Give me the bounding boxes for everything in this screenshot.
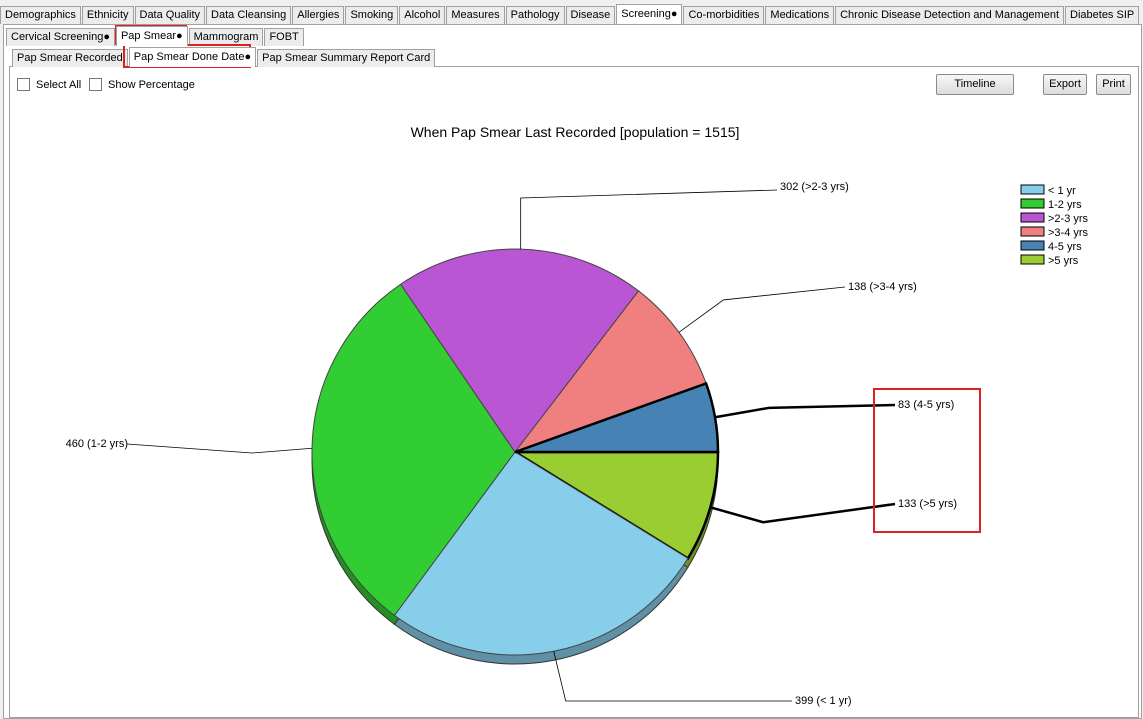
pap-smear-panel	[9, 66, 1139, 718]
tab-pap-smear-recorded[interactable]: Pap Smear Recorded	[12, 49, 128, 67]
tab-cervical-screening[interactable]: Cervical Screening●	[6, 28, 115, 46]
tab-fobt[interactable]: FOBT	[264, 28, 304, 46]
select-all-label: Select All	[36, 78, 82, 91]
export-button[interactable]: Export	[1043, 74, 1087, 95]
pap-smear-tab-bar: Pap Smear Recorded Pap Smear Done Date● …	[12, 47, 436, 67]
tab-screening[interactable]: Screening●	[616, 4, 683, 24]
tab-medications[interactable]: Medications	[765, 6, 835, 24]
show-percentage-box[interactable]	[89, 78, 102, 91]
tab-smoking[interactable]: Smoking	[345, 6, 399, 24]
tab-pathology[interactable]: Pathology	[505, 6, 565, 24]
tab-co-morbidities[interactable]: Co-morbidities	[683, 6, 765, 24]
tab-chronic-disease[interactable]: Chronic Disease Detection and Management	[835, 6, 1065, 24]
tab-data-cleansing[interactable]: Data Cleansing	[206, 6, 292, 24]
tab-demographics[interactable]: Demographics	[0, 6, 81, 24]
tab-pap-smear-done-date[interactable]: Pap Smear Done Date●	[128, 47, 257, 67]
tab-ethnicity[interactable]: Ethnicity	[81, 6, 134, 24]
tab-measures[interactable]: Measures	[446, 6, 505, 24]
tab-diabetes-sip[interactable]: Diabetes SIP	[1065, 6, 1140, 24]
tab-mammogram[interactable]: Mammogram	[188, 28, 264, 46]
main-tab-bar: Demographics Ethnicity Data Quality Data…	[0, 4, 1140, 24]
tab-pap-smear[interactable]: Pap Smear●	[115, 26, 188, 46]
tab-data-quality[interactable]: Data Quality	[134, 6, 206, 24]
print-button[interactable]: Print	[1096, 74, 1131, 95]
tab-disease[interactable]: Disease	[565, 6, 616, 24]
tab-pap-smear-summary[interactable]: Pap Smear Summary Report Card	[257, 49, 436, 67]
timeline-button[interactable]: Timeline	[936, 74, 1014, 95]
select-all-checkbox[interactable]: Select All	[17, 78, 81, 91]
tab-allergies[interactable]: Allergies	[292, 6, 345, 24]
screening-tab-bar: Cervical Screening● Pap Smear● Mammogram…	[6, 26, 305, 46]
select-all-box[interactable]	[17, 78, 30, 91]
show-percentage-label: Show Percentage	[108, 78, 195, 91]
tab-alcohol[interactable]: Alcohol	[399, 6, 446, 24]
show-percentage-checkbox[interactable]: Show Percentage	[89, 78, 195, 91]
